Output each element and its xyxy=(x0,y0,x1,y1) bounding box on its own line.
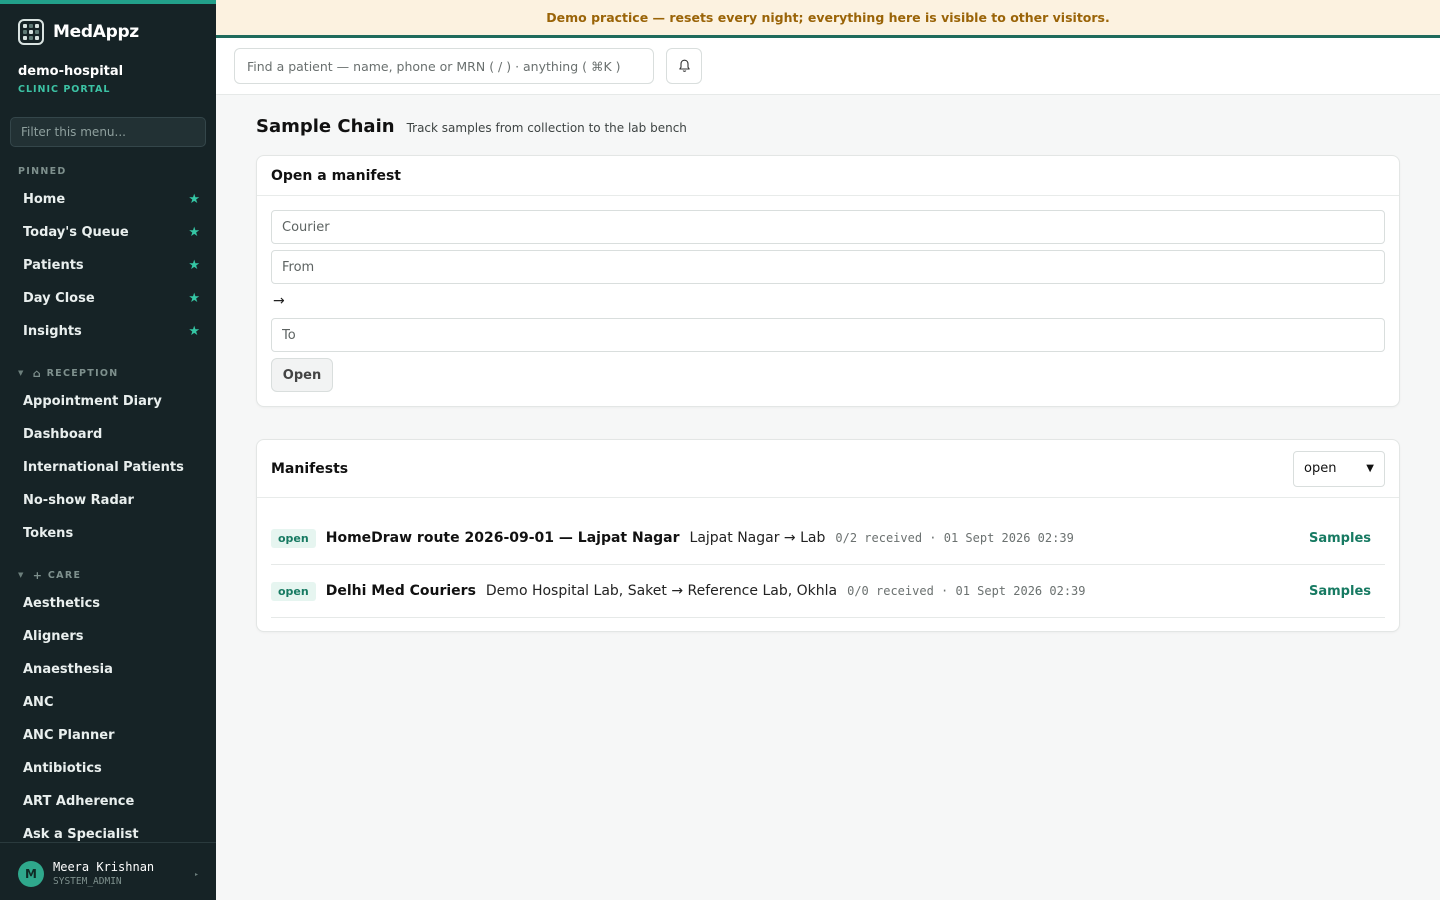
sidebar-item-label: Aligners xyxy=(23,629,84,644)
user-role: SYSTEM_ADMIN xyxy=(53,876,122,887)
sidebar-item-appointment-diary[interactable]: Appointment Diary xyxy=(0,385,216,418)
star-icon[interactable]: ★ xyxy=(188,291,200,306)
sidebar-item-no-show-radar[interactable]: No-show Radar xyxy=(0,484,216,517)
sidebar-item-label: Dashboard xyxy=(23,427,103,442)
demo-banner: Demo practice — resets every night; ever… xyxy=(216,0,1440,38)
sidebar-item-label: No-show Radar xyxy=(23,493,134,508)
sidebar-item-home[interactable]: Home ★ xyxy=(0,183,216,216)
collapse-caret-icon: ▼ xyxy=(18,369,25,377)
sidebar-item-label: ANC xyxy=(23,695,54,710)
sidebar-item-label: Tokens xyxy=(23,526,74,541)
user-name: Meera Krishnan xyxy=(53,860,155,874)
sidebar-item-label: Home xyxy=(23,192,66,207)
arrow-right-icon: → xyxy=(273,293,285,309)
sidebar-item-label: Today's Queue xyxy=(23,225,129,240)
manifest-row: open HomeDraw route 2026-09-01 — Lajpat … xyxy=(271,512,1385,565)
sidebar-item-label: Insights xyxy=(23,324,82,339)
org-name: demo-hospital xyxy=(18,64,124,79)
section-label-care[interactable]: ▼ + CARE xyxy=(0,563,216,587)
collapse-caret-icon: ▼ xyxy=(18,571,25,579)
bell-icon xyxy=(678,59,690,72)
manifest-row: open Delhi Med Couriers Demo Hospital La… xyxy=(271,565,1385,618)
brand[interactable]: MedAppz xyxy=(18,19,139,45)
sidebar-item-label: Appointment Diary xyxy=(23,394,162,409)
sidebar-item-dashboard[interactable]: Dashboard xyxy=(0,418,216,451)
sidebar-item-patients[interactable]: Patients ★ xyxy=(0,249,216,282)
sidebar-item-antibiotics[interactable]: Antibiotics xyxy=(0,752,216,785)
samples-link[interactable]: Samples xyxy=(1309,531,1371,546)
manifest-title: Delhi Med Couriers xyxy=(325,583,476,599)
samples-link[interactable]: Samples xyxy=(1309,584,1371,599)
sidebar-item-todays-queue[interactable]: Today's Queue ★ xyxy=(0,216,216,249)
status-filter-select[interactable]: open ▼ xyxy=(1293,450,1385,487)
sidebar-nav[interactable]: PINNED Home ★ Today's Queue ★ Patients ★ Da… xyxy=(0,159,216,843)
to-field[interactable] xyxy=(271,318,1385,352)
manifest-route: Demo Hospital Lab, Saket → Reference Lab… xyxy=(485,583,838,599)
sidebar-item-label: ANC Planner xyxy=(23,728,115,743)
section-label-pinned: PINNED xyxy=(18,165,67,177)
manifest-route: Lajpat Nagar → Lab xyxy=(689,530,826,546)
plus-icon: + xyxy=(32,568,42,582)
courier-field[interactable] xyxy=(271,210,1385,244)
avatar: M xyxy=(18,860,44,887)
star-icon[interactable]: ★ xyxy=(188,324,200,339)
menu-filter-input[interactable] xyxy=(10,117,206,147)
user-menu[interactable]: M Meera Krishnan SYSTEM_ADMIN ▸ xyxy=(0,842,216,900)
sidebar-item-label: Aesthetics xyxy=(23,596,101,611)
sidebar-item-label: Antibiotics xyxy=(23,761,102,776)
sidebar-item-aligners[interactable]: Aligners xyxy=(0,620,216,653)
home-icon: ⌂ xyxy=(32,366,41,380)
sidebar-item-tokens[interactable]: Tokens xyxy=(0,517,216,550)
chevron-icon[interactable]: ▸ xyxy=(195,871,198,878)
sidebar-item-label: Day Close xyxy=(23,291,95,306)
sidebar-item-label: International Patients xyxy=(23,460,184,475)
app-logo-icon xyxy=(18,19,44,45)
manifest-title: HomeDraw route 2026-09-01 — Lajpat Nagar xyxy=(325,530,680,546)
sidebar: MedAppz demo-hospital CLINIC PORTAL PINN… xyxy=(0,0,216,900)
status-badge: open xyxy=(271,528,316,548)
manifests-card: Manifests open ▼ open HomeDraw route 202… xyxy=(256,439,1400,632)
sidebar-item-anc-planner[interactable]: ANC Planner xyxy=(0,719,216,752)
page-subtitle: Track samples from collection to the lab… xyxy=(406,121,687,135)
chevron-down-icon: ▼ xyxy=(1366,463,1374,474)
manifest-list: open HomeDraw route 2026-09-01 — Lajpat … xyxy=(271,512,1385,618)
open-manifest-card: Open a manifest → Open xyxy=(256,155,1400,407)
manifest-meta: 0/0 received · 01 Sept 2026 02:39 xyxy=(847,584,1086,598)
sidebar-item-art-adherence[interactable]: ART Adherence xyxy=(0,785,216,818)
page-header: Sample Chain Track samples from collecti… xyxy=(256,116,687,137)
star-icon[interactable]: ★ xyxy=(188,225,200,240)
page-title: Sample Chain xyxy=(256,116,395,137)
card-title: Open a manifest xyxy=(257,156,1399,196)
status-badge: open xyxy=(271,581,316,601)
sidebar-item-insights[interactable]: Insights ★ xyxy=(0,315,216,348)
section-label-reception[interactable]: ▼ ⌂ RECEPTION xyxy=(0,361,216,385)
open-manifest-button[interactable]: Open xyxy=(271,358,333,392)
from-field[interactable] xyxy=(271,250,1385,284)
sidebar-item-anc[interactable]: ANC xyxy=(0,686,216,719)
card-title: Manifests xyxy=(271,460,349,477)
star-icon[interactable]: ★ xyxy=(188,258,200,273)
sidebar-item-label: Anaesthesia xyxy=(23,662,113,677)
star-icon[interactable]: ★ xyxy=(188,192,200,207)
patient-search-input[interactable] xyxy=(234,48,654,84)
sidebar-item-day-close[interactable]: Day Close ★ xyxy=(0,282,216,315)
sidebar-item-anaesthesia[interactable]: Anaesthesia xyxy=(0,653,216,686)
sidebar-item-label: Ask a Specialist xyxy=(23,827,139,842)
sidebar-item-international-patients[interactable]: International Patients xyxy=(0,451,216,484)
notifications-button[interactable] xyxy=(666,48,702,84)
org-subtitle: CLINIC PORTAL xyxy=(18,84,111,95)
sidebar-item-ask-a-specialist[interactable]: Ask a Specialist xyxy=(0,818,216,842)
sidebar-item-aesthetics[interactable]: Aesthetics xyxy=(0,587,216,620)
topbar xyxy=(216,38,1440,95)
status-filter-value: open xyxy=(1304,461,1337,476)
sidebar-item-label: ART Adherence xyxy=(23,794,135,809)
brand-name: MedAppz xyxy=(53,22,139,42)
sidebar-item-label: Patients xyxy=(23,258,84,273)
manifest-meta: 0/2 received · 01 Sept 2026 02:39 xyxy=(835,531,1074,545)
